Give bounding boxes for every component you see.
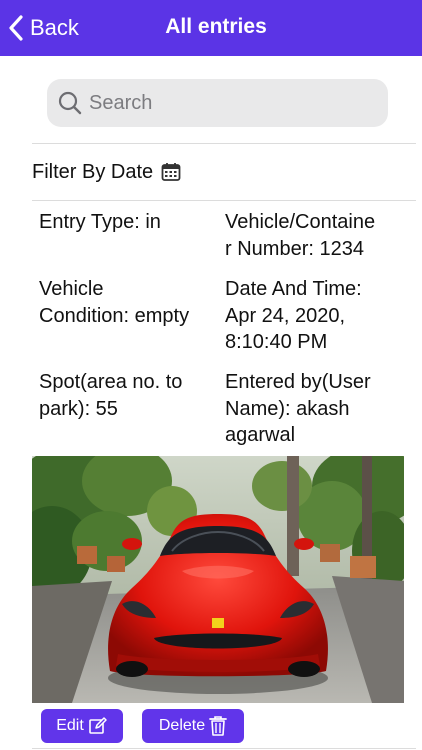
edit-button[interactable]: Edit bbox=[41, 709, 123, 743]
vehicle-photo bbox=[32, 456, 404, 703]
calendar-icon bbox=[161, 163, 181, 181]
spot: Spot(area no. to park): 55 bbox=[39, 371, 183, 420]
search-input[interactable] bbox=[89, 91, 369, 115]
filter-by-date-button[interactable]: Filter By Date bbox=[32, 158, 181, 186]
vehicle-condition: Vehicle Condition: empty bbox=[39, 278, 190, 327]
divider bbox=[32, 748, 416, 749]
vehicle-number: Vehicle/Containe r Number: 1234 bbox=[225, 211, 376, 260]
app-header: Back All entries bbox=[0, 0, 422, 56]
divider bbox=[32, 143, 416, 144]
filter-label: Filter By Date bbox=[32, 160, 154, 183]
delete-button[interactable]: Delete bbox=[142, 709, 244, 743]
date-time: Date And Time: Apr 24, 2020, 8:10:40 PM bbox=[225, 278, 362, 353]
delete-label: Delete bbox=[158, 717, 206, 734]
divider bbox=[32, 200, 416, 201]
page-title: All entries bbox=[165, 15, 267, 38]
search-icon bbox=[58, 91, 82, 115]
trash-icon bbox=[209, 716, 228, 736]
entered-by: Entered by(User Name): akash agarwal bbox=[225, 371, 371, 446]
edit-label: Edit bbox=[56, 717, 84, 734]
entry-type: Entry Type: in bbox=[39, 211, 161, 233]
search-bar[interactable] bbox=[47, 79, 388, 127]
edit-icon bbox=[88, 717, 107, 734]
